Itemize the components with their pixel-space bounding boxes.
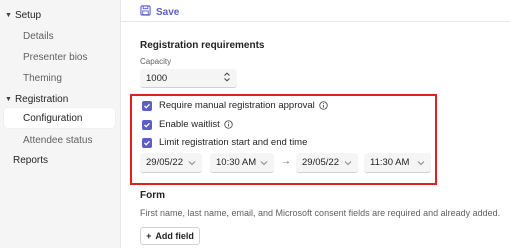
caret-down-icon: ▼ — [5, 96, 12, 103]
save-label: Save — [156, 6, 180, 18]
sidebar-item-details[interactable]: Details — [23, 31, 54, 42]
sidebar-item-reports[interactable]: Reports — [13, 155, 48, 166]
toolbar: Save — [121, 0, 510, 22]
capacity-value: 1000 — [146, 72, 168, 84]
form-description: First name, last name, email, and Micros… — [140, 208, 501, 218]
sidebar-item-configuration[interactable]: Configuration — [23, 113, 82, 124]
sidebar-item-theming[interactable]: Theming — [23, 73, 62, 84]
sidebar-item-presenter-bios[interactable]: Presenter bios — [23, 52, 87, 63]
registration-requirements-title: Registration requirements — [140, 40, 265, 51]
sidebar-item-attendee-status[interactable]: Attendee status — [23, 135, 93, 146]
capacity-label: Capacity — [140, 57, 172, 66]
highlight-box — [130, 94, 437, 185]
form-section-title: Form — [140, 190, 165, 201]
plus-icon: + — [146, 231, 152, 241]
up-down-chevron-icon[interactable] — [223, 72, 231, 84]
sidebar-group-registration[interactable]: ▼ Registration — [5, 94, 68, 105]
sidebar-group-label: Registration — [14, 94, 69, 105]
add-field-label: Add field — [155, 231, 194, 241]
sidebar: ▼ Setup Details Presenter bios Theming ▼ R… — [0, 0, 121, 248]
add-field-button[interactable]: + Add field — [140, 227, 200, 245]
capacity-input[interactable]: 1000 — [140, 69, 237, 88]
sidebar-group-setup[interactable]: ▼ Setup — [5, 10, 41, 21]
save-button[interactable]: Save — [140, 3, 179, 21]
save-icon — [140, 3, 151, 21]
caret-down-icon: ▼ — [5, 12, 12, 19]
sidebar-group-label: Setup — [14, 10, 42, 21]
